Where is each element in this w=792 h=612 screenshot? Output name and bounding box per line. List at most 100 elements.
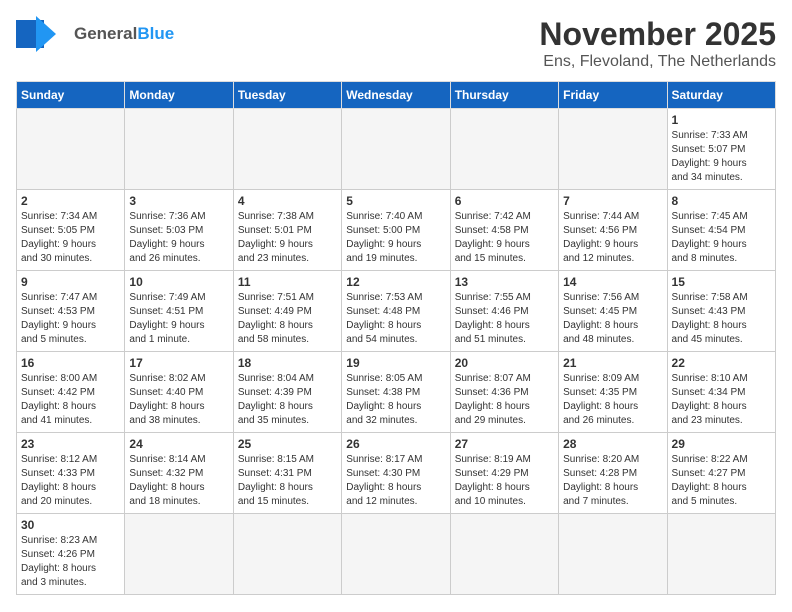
day-info: Sunrise: 7:58 AM Sunset: 4:43 PM Dayligh…: [672, 291, 771, 347]
day-number: 21: [563, 356, 662, 370]
day-number: 11: [238, 275, 337, 289]
table-row: [233, 514, 341, 595]
day-number: 22: [672, 356, 771, 370]
table-row: 9Sunrise: 7:47 AM Sunset: 4:53 PM Daylig…: [17, 271, 125, 352]
table-row: [125, 514, 233, 595]
table-row: 1Sunrise: 7:33 AM Sunset: 5:07 PM Daylig…: [667, 109, 775, 190]
table-row: 4Sunrise: 7:38 AM Sunset: 5:01 PM Daylig…: [233, 190, 341, 271]
calendar-row: 2 Sunrise: 7:34 AM Sunset: 5:05 PM Daylig…: [17, 190, 776, 271]
day-info: Sunrise: 8:22 AM Sunset: 4:27 PM Dayligh…: [672, 453, 771, 509]
table-row: [559, 109, 667, 190]
day-info: Sunrise: 8:12 AM Sunset: 4:33 PM Dayligh…: [21, 453, 120, 509]
table-row: 19Sunrise: 8:05 AM Sunset: 4:38 PM Dayli…: [342, 352, 450, 433]
table-row: 28 Sunrise: 8:20 AM Sunset: 4:28 PM Dayli…: [559, 433, 667, 514]
day-number: 17: [129, 356, 228, 370]
day-number: 18: [238, 356, 337, 370]
header-tuesday: Tuesday: [233, 82, 341, 109]
page-title: November 2025: [539, 16, 776, 53]
page-subtitle: Ens, Flevoland, The Netherlands: [539, 53, 776, 71]
day-info: Sunrise: 8:00 AM Sunset: 4:42 PM Dayligh…: [21, 372, 120, 428]
day-number: 8: [672, 194, 771, 208]
day-number: 9: [21, 275, 120, 289]
day-number: 29: [672, 437, 771, 451]
day-info: Sunrise: 7:36 AM Sunset: 5:03 PM Dayligh…: [129, 210, 228, 266]
day-info: Sunrise: 7:33 AM Sunset: 5:07 PM Dayligh…: [672, 129, 771, 185]
day-info: Sunrise: 7:44 AM Sunset: 4:56 PM Dayligh…: [563, 210, 662, 266]
day-info: Sunrise: 8:14 AM Sunset: 4:32 PM Dayligh…: [129, 453, 228, 509]
table-row: 16 Sunrise: 8:00 AM Sunset: 4:42 PM Dayli…: [17, 352, 125, 433]
table-row: [450, 109, 558, 190]
header-saturday: Saturday: [667, 82, 775, 109]
day-number: 15: [672, 275, 771, 289]
table-row: 29 Sunrise: 8:22 AM Sunset: 4:27 PM Dayli…: [667, 433, 775, 514]
day-number: 26: [346, 437, 445, 451]
day-number: 25: [238, 437, 337, 451]
day-number: 7: [563, 194, 662, 208]
table-row: 11 Sunrise: 7:51 AM Sunset: 4:49 PM Dayli…: [233, 271, 341, 352]
logo-general: General: [74, 24, 137, 43]
table-row: [233, 109, 341, 190]
table-row: 15 Sunrise: 7:58 AM Sunset: 4:43 PM Dayli…: [667, 271, 775, 352]
table-row: 22 Sunrise: 8:10 AM Sunset: 4:34 PM Dayli…: [667, 352, 775, 433]
day-number: 14: [563, 275, 662, 289]
table-row: [342, 109, 450, 190]
page-header: GeneralBlue November 2025 Ens, Flevoland…: [16, 16, 776, 71]
table-row: 18 Sunrise: 8:04 AM Sunset: 4:39 PM Dayli…: [233, 352, 341, 433]
table-row: 24 Sunrise: 8:14 AM Sunset: 4:32 PM Dayli…: [125, 433, 233, 514]
header-wednesday: Wednesday: [342, 82, 450, 109]
table-row: 13Sunrise: 7:55 AM Sunset: 4:46 PM Dayli…: [450, 271, 558, 352]
day-info: Sunrise: 8:20 AM Sunset: 4:28 PM Dayligh…: [563, 453, 662, 509]
calendar-row: 16 Sunrise: 8:00 AM Sunset: 4:42 PM Dayli…: [17, 352, 776, 433]
day-info: Sunrise: 8:15 AM Sunset: 4:31 PM Dayligh…: [238, 453, 337, 509]
day-number: 24: [129, 437, 228, 451]
table-row: [125, 109, 233, 190]
table-row: [17, 109, 125, 190]
table-row: 10Sunrise: 7:49 AM Sunset: 4:51 PM Dayli…: [125, 271, 233, 352]
day-info: Sunrise: 8:19 AM Sunset: 4:29 PM Dayligh…: [455, 453, 554, 509]
logo: GeneralBlue: [16, 16, 174, 52]
table-row: 12Sunrise: 7:53 AM Sunset: 4:48 PM Dayli…: [342, 271, 450, 352]
day-info: Sunrise: 7:55 AM Sunset: 4:46 PM Dayligh…: [455, 291, 554, 347]
table-row: 5 Sunrise: 7:40 AM Sunset: 5:00 PM Daylig…: [342, 190, 450, 271]
day-info: Sunrise: 8:04 AM Sunset: 4:39 PM Dayligh…: [238, 372, 337, 428]
day-number: 20: [455, 356, 554, 370]
day-number: 30: [21, 518, 120, 532]
day-number: 5: [346, 194, 445, 208]
table-row: [342, 514, 450, 595]
table-row: [450, 514, 558, 595]
day-info: Sunrise: 8:10 AM Sunset: 4:34 PM Dayligh…: [672, 372, 771, 428]
day-number: 6: [455, 194, 554, 208]
calendar-row: 23Sunrise: 8:12 AM Sunset: 4:33 PM Dayli…: [17, 433, 776, 514]
table-row: 27 Sunrise: 8:19 AM Sunset: 4:29 PM Dayli…: [450, 433, 558, 514]
day-info: Sunrise: 7:45 AM Sunset: 4:54 PM Dayligh…: [672, 210, 771, 266]
table-row: 8 Sunrise: 7:45 AM Sunset: 4:54 PM Daylig…: [667, 190, 775, 271]
table-row: 20 Sunrise: 8:07 AM Sunset: 4:36 PM Dayli…: [450, 352, 558, 433]
day-number: 19: [346, 356, 445, 370]
day-number: 10: [129, 275, 228, 289]
table-row: 23Sunrise: 8:12 AM Sunset: 4:33 PM Dayli…: [17, 433, 125, 514]
logo-blue: Blue: [137, 24, 174, 43]
day-info: Sunrise: 7:40 AM Sunset: 5:00 PM Dayligh…: [346, 210, 445, 266]
day-number: 12: [346, 275, 445, 289]
table-row: 2 Sunrise: 7:34 AM Sunset: 5:05 PM Daylig…: [17, 190, 125, 271]
table-row: 7 Sunrise: 7:44 AM Sunset: 4:56 PM Daylig…: [559, 190, 667, 271]
calendar-row: 1Sunrise: 7:33 AM Sunset: 5:07 PM Daylig…: [17, 109, 776, 190]
day-info: Sunrise: 7:34 AM Sunset: 5:05 PM Dayligh…: [21, 210, 120, 266]
day-info: Sunrise: 8:17 AM Sunset: 4:30 PM Dayligh…: [346, 453, 445, 509]
weekday-header-row: Sunday Monday Tuesday Wednesday Thursday…: [17, 82, 776, 109]
day-info: Sunrise: 7:51 AM Sunset: 4:49 PM Dayligh…: [238, 291, 337, 347]
day-number: 16: [21, 356, 120, 370]
day-number: 3: [129, 194, 228, 208]
header-sunday: Sunday: [17, 82, 125, 109]
day-number: 28: [563, 437, 662, 451]
day-number: 4: [238, 194, 337, 208]
day-number: 2: [21, 194, 120, 208]
title-block: November 2025 Ens, Flevoland, The Nether…: [539, 16, 776, 71]
day-number: 27: [455, 437, 554, 451]
day-info: Sunrise: 8:07 AM Sunset: 4:36 PM Dayligh…: [455, 372, 554, 428]
header-monday: Monday: [125, 82, 233, 109]
table-row: [559, 514, 667, 595]
day-info: Sunrise: 8:23 AM Sunset: 4:26 PM Dayligh…: [21, 534, 120, 590]
table-row: 25 Sunrise: 8:15 AM Sunset: 4:31 PM Dayli…: [233, 433, 341, 514]
calendar-row: 9Sunrise: 7:47 AM Sunset: 4:53 PM Daylig…: [17, 271, 776, 352]
